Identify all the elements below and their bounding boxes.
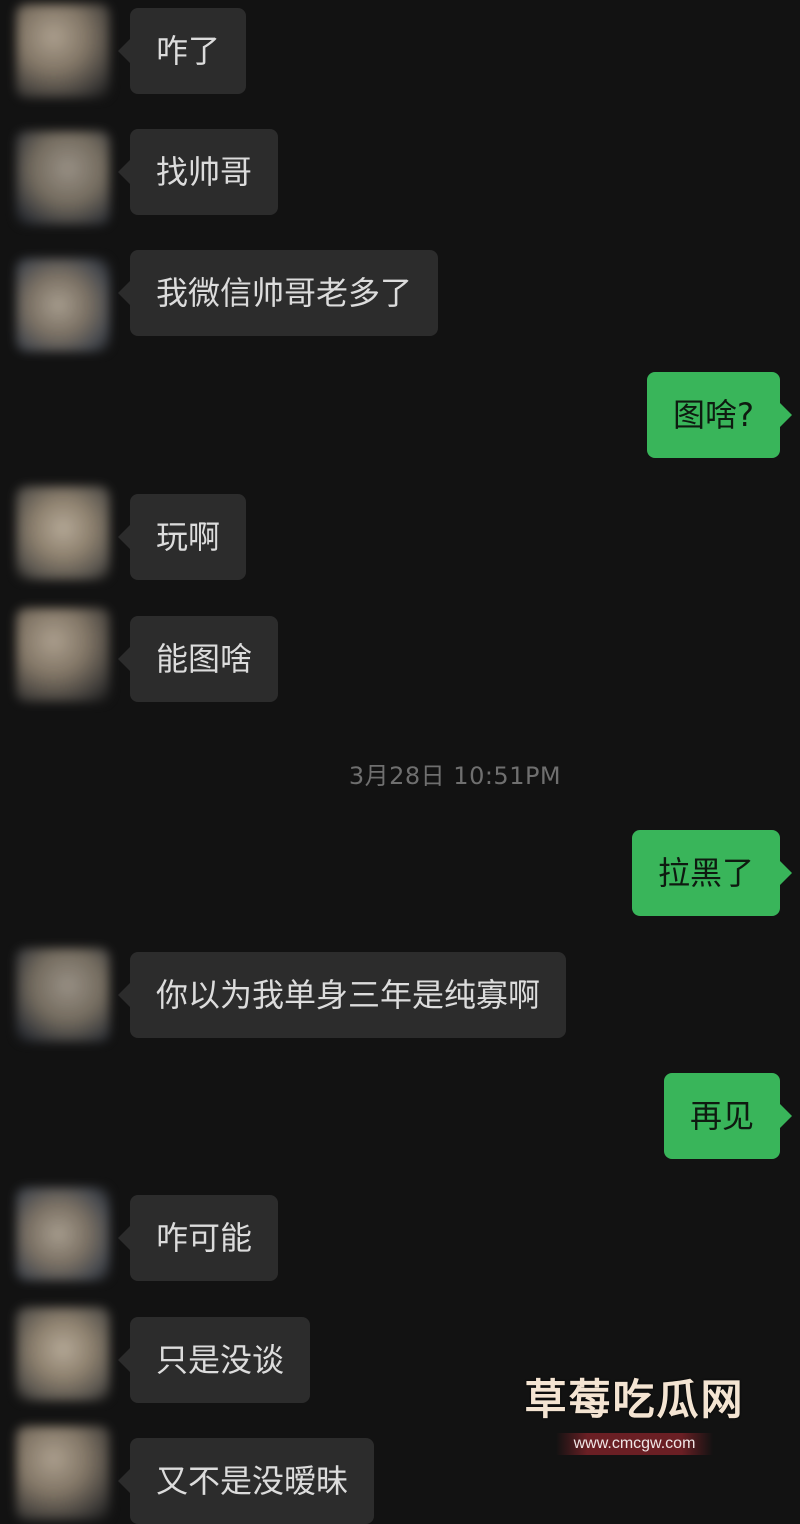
incoming-message-bubble[interactable]: 找帅哥 — [117, 129, 279, 215]
contact-avatar[interactable] — [16, 4, 110, 98]
incoming-message-bubble[interactable]: 能图啥 — [117, 616, 279, 702]
watermark-url: www.cmcgw.com — [555, 1433, 714, 1455]
watermark-title: 草莓吃瓜网 — [524, 1375, 745, 1424]
site-watermark: 草莓吃瓜网 www.cmcgw.com — [512, 1366, 757, 1455]
chat-view[interactable]: 咋了 找帅哥 我微信帅哥老多了 图啥? 玩啊 能图啥 3月28日 10:51PM… — [0, 0, 800, 1524]
contact-avatar[interactable] — [16, 131, 110, 225]
incoming-message-bubble[interactable]: 玩啊 — [117, 494, 247, 580]
incoming-message-bubble[interactable]: 我微信帅哥老多了 — [117, 250, 439, 336]
incoming-message-bubble[interactable]: 咋可能 — [117, 1195, 279, 1281]
contact-avatar[interactable] — [16, 608, 110, 702]
incoming-message-bubble[interactable]: 又不是没暧昧 — [117, 1438, 375, 1524]
contact-avatar[interactable] — [16, 486, 110, 580]
contact-avatar[interactable] — [16, 948, 110, 1042]
incoming-message-bubble[interactable]: 咋了 — [117, 8, 247, 94]
contact-avatar[interactable] — [16, 1187, 110, 1281]
outgoing-message-bubble[interactable]: 再见 — [663, 1073, 793, 1159]
message-timestamp: 3月28日 10:51PM — [348, 762, 562, 790]
incoming-message-bubble[interactable]: 你以为我单身三年是纯寡啊 — [117, 952, 567, 1038]
outgoing-message-bubble[interactable]: 拉黑了 — [631, 830, 793, 916]
contact-avatar[interactable] — [16, 1426, 110, 1520]
outgoing-message-bubble[interactable]: 图啥? — [647, 372, 792, 458]
incoming-message-bubble[interactable]: 只是没谈 — [117, 1317, 311, 1403]
contact-avatar[interactable] — [16, 1307, 110, 1401]
contact-avatar[interactable] — [16, 258, 110, 352]
